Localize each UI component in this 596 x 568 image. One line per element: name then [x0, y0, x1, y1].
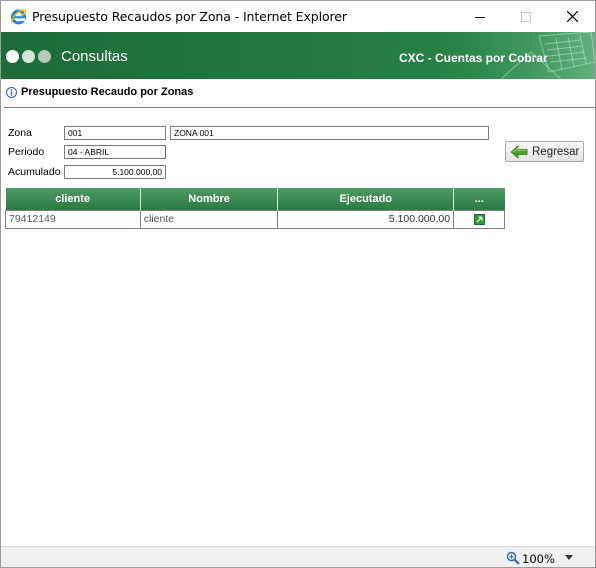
column-header-ejecutado[interactable]: Ejecutado: [277, 188, 454, 210]
banner-title: Consultas: [61, 48, 128, 65]
cell-action: [453, 209, 505, 229]
back-arrow-icon: [510, 144, 528, 159]
browser-window: Presupuesto Recaudos por Zona - Internet…: [0, 0, 596, 568]
minimize-button[interactable]: [457, 1, 503, 32]
periodo-label: Periodo: [8, 146, 45, 158]
zona-name-field[interactable]: ZONA 001: [170, 126, 489, 140]
zona-label: Zona: [8, 127, 32, 139]
cell-ejecutado: 5.100.000,00: [277, 209, 455, 229]
close-button[interactable]: [549, 1, 595, 32]
app-banner: Consultas CXC - Cuentas por Cobrar: [1, 32, 595, 79]
banner-dot-icon: [6, 50, 19, 63]
ie-icon: [10, 9, 27, 25]
zoom-level[interactable]: 100%: [522, 552, 555, 566]
status-bar: 100%: [1, 546, 595, 567]
minimize-icon: [475, 16, 485, 18]
cell-nombre: cliente: [139, 209, 279, 229]
zoom-icon[interactable]: [506, 551, 520, 565]
chevron-down-icon[interactable]: [565, 555, 573, 560]
cell-cliente: 79412149: [5, 209, 141, 229]
table-header-row: cliente Nombre Ejecutado ...: [5, 188, 505, 210]
page-heading: Presupuesto Recaudo por Zonas: [6, 84, 193, 100]
banner-subtitle: CXC - Cuentas por Cobrar: [399, 51, 548, 65]
maximize-button[interactable]: [503, 1, 549, 32]
info-icon: [6, 86, 17, 98]
divider: [4, 107, 595, 108]
column-header-cliente[interactable]: cliente: [5, 188, 141, 210]
periodo-field[interactable]: 04 - ABRIL: [64, 145, 166, 159]
acumulado-label: Acumulado: [8, 166, 61, 178]
banner-dot-icon: [22, 50, 35, 63]
regresar-button[interactable]: Regresar: [505, 141, 584, 162]
column-header-actions: ...: [453, 188, 505, 210]
title-bar: Presupuesto Recaudos por Zona - Internet…: [1, 1, 595, 32]
acumulado-field[interactable]: 5.100.000,00: [64, 165, 166, 179]
column-header-nombre[interactable]: Nombre: [139, 188, 278, 210]
table-row: 79412149 cliente 5.100.000,00: [5, 209, 505, 229]
close-icon: [566, 11, 578, 22]
data-table: cliente Nombre Ejecutado ... 79412149 cl…: [5, 188, 505, 229]
zona-code-field[interactable]: 001: [64, 126, 166, 140]
window-title: Presupuesto Recaudos por Zona - Internet…: [32, 9, 347, 24]
go-icon[interactable]: [473, 213, 485, 225]
banner-dot-icon: [38, 50, 51, 63]
page-title: Presupuesto Recaudo por Zonas: [21, 86, 194, 98]
maximize-icon: [521, 11, 531, 22]
regresar-label: Regresar: [532, 145, 580, 158]
